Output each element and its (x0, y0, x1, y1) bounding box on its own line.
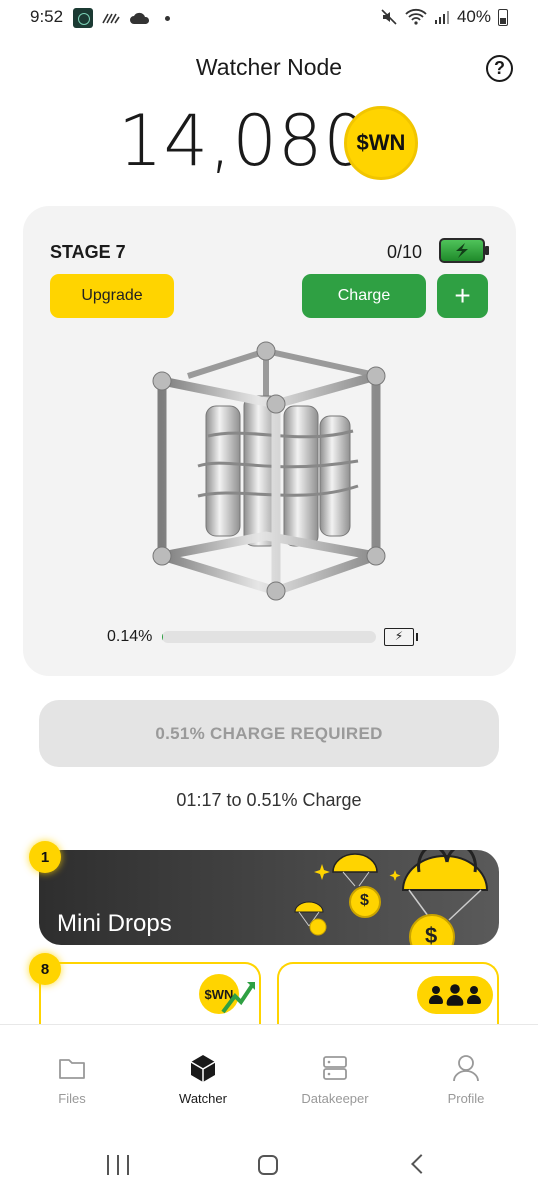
app-icon (73, 8, 93, 28)
progress-label: 0.14% (107, 628, 153, 645)
user-icon (453, 1055, 479, 1082)
status-bar: 9:52 40% (0, 0, 538, 36)
nav-item-watcher[interactable]: Watcher (148, 1053, 258, 1106)
mute-icon (381, 9, 397, 25)
notification-dot (165, 15, 170, 21)
recent-apps-button[interactable] (107, 1155, 129, 1175)
people-icon (417, 976, 493, 1014)
status-right-icons: 40% (380, 7, 508, 27)
battery-percent: 40% (456, 7, 491, 26)
tasks-badge: 8 (29, 953, 61, 985)
progress-bar (162, 631, 376, 643)
back-button[interactable] (411, 1154, 431, 1174)
signal-icon (434, 11, 449, 24)
nav-label: Files (58, 1091, 86, 1106)
battery-charge-icon: ⚡ (384, 628, 418, 646)
mini-drops-card[interactable]: $ $ Mini Drops (39, 850, 499, 945)
page-title: Watcher Node (195, 54, 343, 80)
charge-count: 0/10 (387, 242, 423, 262)
status-left-icons (73, 8, 170, 28)
node-card: STAGE 7 0/10 Upgrade Charge + 0.14% ⚡ (23, 206, 516, 676)
nav-label: Profile (447, 1091, 485, 1106)
charge-button[interactable]: Charge (302, 274, 426, 318)
bottom-nav: Files Watcher Datakeeper Profile (0, 1024, 538, 1128)
upgrade-button[interactable]: Upgrade (50, 274, 174, 318)
home-button[interactable] (258, 1155, 278, 1175)
earn-task-card[interactable]: $WN (39, 962, 261, 1032)
lightning-icon (456, 243, 468, 258)
mini-drops-badge: 1 (29, 841, 61, 873)
growth-arrow-icon (221, 982, 255, 1014)
cube-icon (190, 1055, 216, 1082)
nav-item-files[interactable]: Files (17, 1053, 127, 1106)
coin-dollar-glyph: $ (360, 892, 369, 909)
coin-dollar-glyph-large: $ (425, 923, 438, 945)
node-cube-image (152, 341, 386, 601)
stage-label: STAGE 7 (50, 242, 126, 262)
nav-item-datakeeper[interactable]: Datakeeper (280, 1053, 390, 1106)
battery-icon (498, 8, 508, 26)
wifi-icon (405, 8, 427, 25)
help-icon[interactable]: ? (486, 55, 513, 82)
wn-coin-icon: $WN (344, 106, 418, 180)
status-time: 9:52 (30, 7, 64, 26)
add-charge-button[interactable]: + (437, 274, 488, 318)
charge-battery-icon (439, 238, 489, 263)
nav-label: Watcher (179, 1091, 227, 1106)
server-icon (323, 1056, 347, 1080)
friends-task-card[interactable] (277, 962, 499, 1032)
balance-amount: 14,080 (118, 100, 369, 182)
nav-label: Datakeeper (301, 1091, 369, 1106)
charge-timer: 01:17 to 0.51% Charge (176, 790, 362, 810)
activity-icon (102, 13, 120, 24)
nav-item-profile[interactable]: Profile (411, 1053, 521, 1106)
system-nav-bar (0, 1130, 538, 1200)
charge-required-button[interactable]: 0.51% CHARGE REQUIRED (39, 700, 499, 767)
folder-icon (59, 1059, 85, 1079)
mini-drops-title: Mini Drops (57, 910, 172, 937)
cloud-icon (130, 12, 150, 24)
